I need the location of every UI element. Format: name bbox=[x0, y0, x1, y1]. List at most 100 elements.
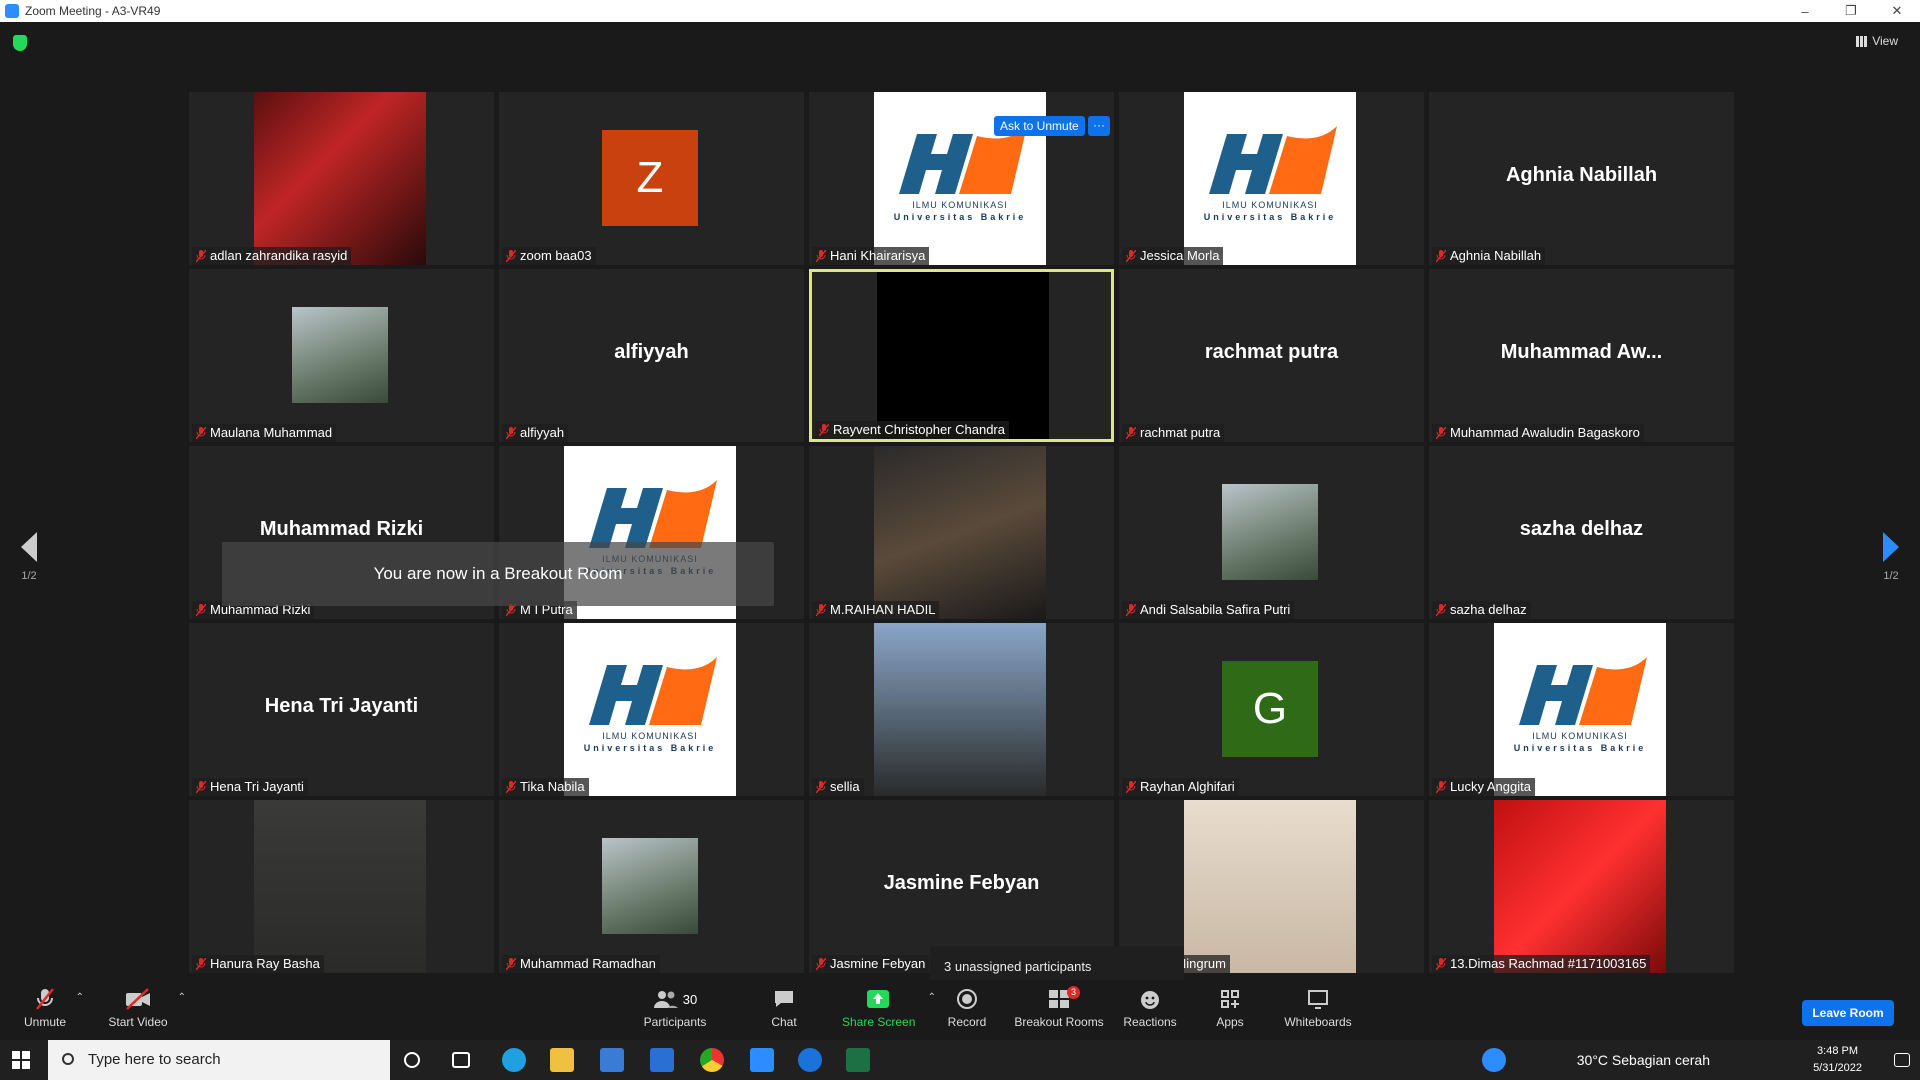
participant-name-label: rachmat putra bbox=[1122, 424, 1225, 442]
participant-tile[interactable]: Muhammad Ramadhan bbox=[499, 800, 804, 973]
microsoft-store-icon[interactable] bbox=[600, 1048, 624, 1072]
participant-tile[interactable]: G Rayhan Alghifari bbox=[1119, 623, 1424, 796]
participant-display-name: sazha delhaz bbox=[1519, 518, 1644, 540]
windows-start-icon[interactable] bbox=[12, 1051, 30, 1069]
leave-room-button[interactable]: Leave Room bbox=[1802, 1000, 1894, 1026]
chat-icon bbox=[775, 991, 793, 1007]
muted-mic-icon bbox=[196, 427, 206, 439]
participants-button[interactable]: 30 Participants bbox=[640, 980, 710, 1040]
start-video-button[interactable]: Start Video ⌃ bbox=[106, 980, 186, 1040]
apps-button[interactable]: Apps bbox=[1210, 980, 1250, 1040]
excel-icon[interactable] bbox=[846, 1048, 870, 1072]
muted-mic-icon bbox=[506, 781, 516, 793]
edge-browser-icon[interactable] bbox=[502, 1048, 526, 1072]
participant-name: Rayhan Alghifari bbox=[1140, 779, 1235, 794]
participant-name: Maulana Muhammad bbox=[210, 425, 333, 440]
participant-tile[interactable]: Aghnia Nabillah Aghnia Nabillah bbox=[1429, 92, 1734, 265]
help-icon[interactable] bbox=[1482, 1048, 1506, 1072]
mail-icon[interactable] bbox=[650, 1048, 674, 1072]
more-options-button[interactable]: ··· bbox=[1088, 116, 1110, 136]
record-button[interactable]: Record bbox=[946, 980, 988, 1040]
muted-mic-icon bbox=[1436, 427, 1446, 439]
participant-tile[interactable]: Hanura Ray Basha bbox=[189, 800, 494, 973]
participant-name: alfiyyah bbox=[520, 425, 565, 440]
windows-taskbar: Type here to search 30°C Sebagian cerah … bbox=[0, 1040, 1920, 1080]
hm-logo-icon bbox=[1519, 657, 1647, 725]
participant-name-label: sazha delhaz bbox=[1432, 601, 1531, 619]
participant-name: Hanura Ray Basha bbox=[210, 956, 320, 971]
record-icon bbox=[957, 989, 977, 1009]
cortana-icon[interactable] bbox=[404, 1052, 420, 1068]
close-icon[interactable]: ✕ bbox=[1874, 0, 1920, 22]
restore-icon[interactable]: ❐ bbox=[1828, 0, 1874, 22]
participant-tile[interactable]: Andi Salsabila Safira Putri bbox=[1119, 446, 1424, 619]
participant-tile[interactable]: sazha delhaz sazha delhaz bbox=[1429, 446, 1734, 619]
participant-profile-picture bbox=[292, 307, 388, 403]
participant-tile[interactable]: sellia bbox=[809, 623, 1114, 796]
participant-tile[interactable]: 13.Dimas Rachmad #1171003165 bbox=[1429, 800, 1734, 973]
participant-profile-picture bbox=[602, 838, 698, 934]
participant-display-name: Aghnia Nabillah bbox=[1505, 164, 1658, 186]
share-options-caret-icon[interactable]: ⌃ bbox=[928, 992, 936, 1003]
chat-button[interactable]: Chat bbox=[764, 980, 804, 1040]
meeting-toolbar: Unmute ⌃ Start Video ⌃ 30 Participants C… bbox=[0, 980, 1920, 1040]
participant-tile[interactable]: ILMU KOMUNIKASI Universitas Bakrie Lucky A… bbox=[1429, 623, 1734, 796]
next-page-button[interactable]: 1/2 bbox=[1876, 532, 1906, 582]
participant-name-label: Lucky Anggita bbox=[1432, 778, 1535, 796]
participant-name: Aghnia Nabillah bbox=[1450, 248, 1542, 263]
participant-name: sazha delhaz bbox=[1450, 602, 1527, 617]
participant-tile[interactable]: ILMU KOMUNIKASI Universitas Bakrie Jessica… bbox=[1119, 92, 1424, 265]
participant-name: zoom baa03 bbox=[520, 248, 592, 263]
muted-mic-icon bbox=[1436, 958, 1446, 970]
participant-tile[interactable]: rachmat putra rachmat putra bbox=[1119, 269, 1424, 442]
minimize-icon[interactable]: – bbox=[1782, 0, 1828, 22]
participant-tile[interactable]: Muhammad Aw... Muhammad Awaludin Bagaskor… bbox=[1429, 269, 1734, 442]
participant-tile[interactable]: Zzoom baa03 bbox=[499, 92, 804, 265]
ask-to-unmute-button[interactable]: Ask to Unmute bbox=[994, 116, 1085, 136]
participant-tile[interactable]: Maulana Muhammad bbox=[189, 269, 494, 442]
participant-name: sellia bbox=[830, 779, 860, 794]
participant-profile-logo: ILMU KOMUNIKASI Universitas Bakrie bbox=[564, 623, 736, 796]
view-button[interactable]: View bbox=[1856, 34, 1898, 48]
page-indicator-right: 1/2 bbox=[1883, 570, 1899, 582]
previous-page-button[interactable]: 1/2 bbox=[14, 532, 44, 582]
search-placeholder: Type here to search bbox=[88, 1051, 221, 1068]
participant-profile-logo: ILMU KOMUNIKASI Universitas Bakrie bbox=[1184, 92, 1356, 265]
muted-mic-icon bbox=[506, 958, 516, 970]
muted-mic-icon bbox=[1126, 250, 1136, 262]
audio-options-caret-icon[interactable]: ⌃ bbox=[76, 992, 84, 1003]
breakout-rooms-button[interactable]: 3 Breakout Rooms bbox=[1014, 980, 1104, 1040]
participant-tile[interactable]: Rayvent Christopher Chandra bbox=[809, 269, 1114, 442]
taskbar-search-input[interactable]: Type here to search bbox=[48, 1040, 390, 1080]
security-shield-icon[interactable] bbox=[13, 35, 27, 51]
participant-name-label: alfiyyah bbox=[502, 424, 569, 442]
share-screen-button[interactable]: Share Screen ⌃ bbox=[842, 980, 936, 1040]
participant-tile[interactable]: ILMU KOMUNIKASI Universitas Bakrie Tika Na… bbox=[499, 623, 804, 796]
file-explorer-icon[interactable] bbox=[550, 1048, 574, 1072]
hm-logo-icon bbox=[589, 480, 717, 548]
participant-tile[interactable]: adlan zahrandika rasyid bbox=[189, 92, 494, 265]
notifications-icon[interactable] bbox=[1894, 1053, 1910, 1067]
video-options-caret-icon[interactable]: ⌃ bbox=[178, 992, 186, 1003]
chrome-icon[interactable] bbox=[700, 1048, 724, 1072]
participant-tile[interactable]: M.RAIHAN HADIL bbox=[809, 446, 1114, 619]
video-off-icon bbox=[126, 988, 150, 1010]
taskbar-clock[interactable]: 3:48 PM 5/31/2022 bbox=[1813, 1043, 1862, 1077]
participant-tile[interactable]: alfiyyah alfiyyah bbox=[499, 269, 804, 442]
muted-mic-icon bbox=[1436, 604, 1446, 616]
weather-widget[interactable]: 30°C Sebagian cerah bbox=[1577, 1052, 1710, 1068]
participant-profile-picture bbox=[874, 446, 1046, 619]
teamviewer-icon[interactable] bbox=[798, 1048, 822, 1072]
zoom-taskbar-icon[interactable] bbox=[750, 1048, 774, 1072]
whiteboards-button[interactable]: Whiteboards bbox=[1280, 980, 1356, 1040]
participant-tile[interactable]: Hena Tri Jayanti Hena Tri Jayanti bbox=[189, 623, 494, 796]
unmute-label: Unmute bbox=[23, 1015, 67, 1029]
reactions-button[interactable]: Reactions bbox=[1122, 980, 1178, 1040]
participant-display-name: Hena Tri Jayanti bbox=[264, 695, 419, 717]
share-screen-label: Share Screen bbox=[842, 1015, 916, 1029]
unmute-button[interactable]: Unmute ⌃ bbox=[22, 980, 84, 1040]
muted-mic-icon bbox=[196, 604, 206, 616]
task-view-icon[interactable] bbox=[452, 1052, 470, 1068]
muted-mic-icon bbox=[816, 781, 826, 793]
participant-name: Rayvent Christopher Chandra bbox=[833, 422, 1005, 437]
